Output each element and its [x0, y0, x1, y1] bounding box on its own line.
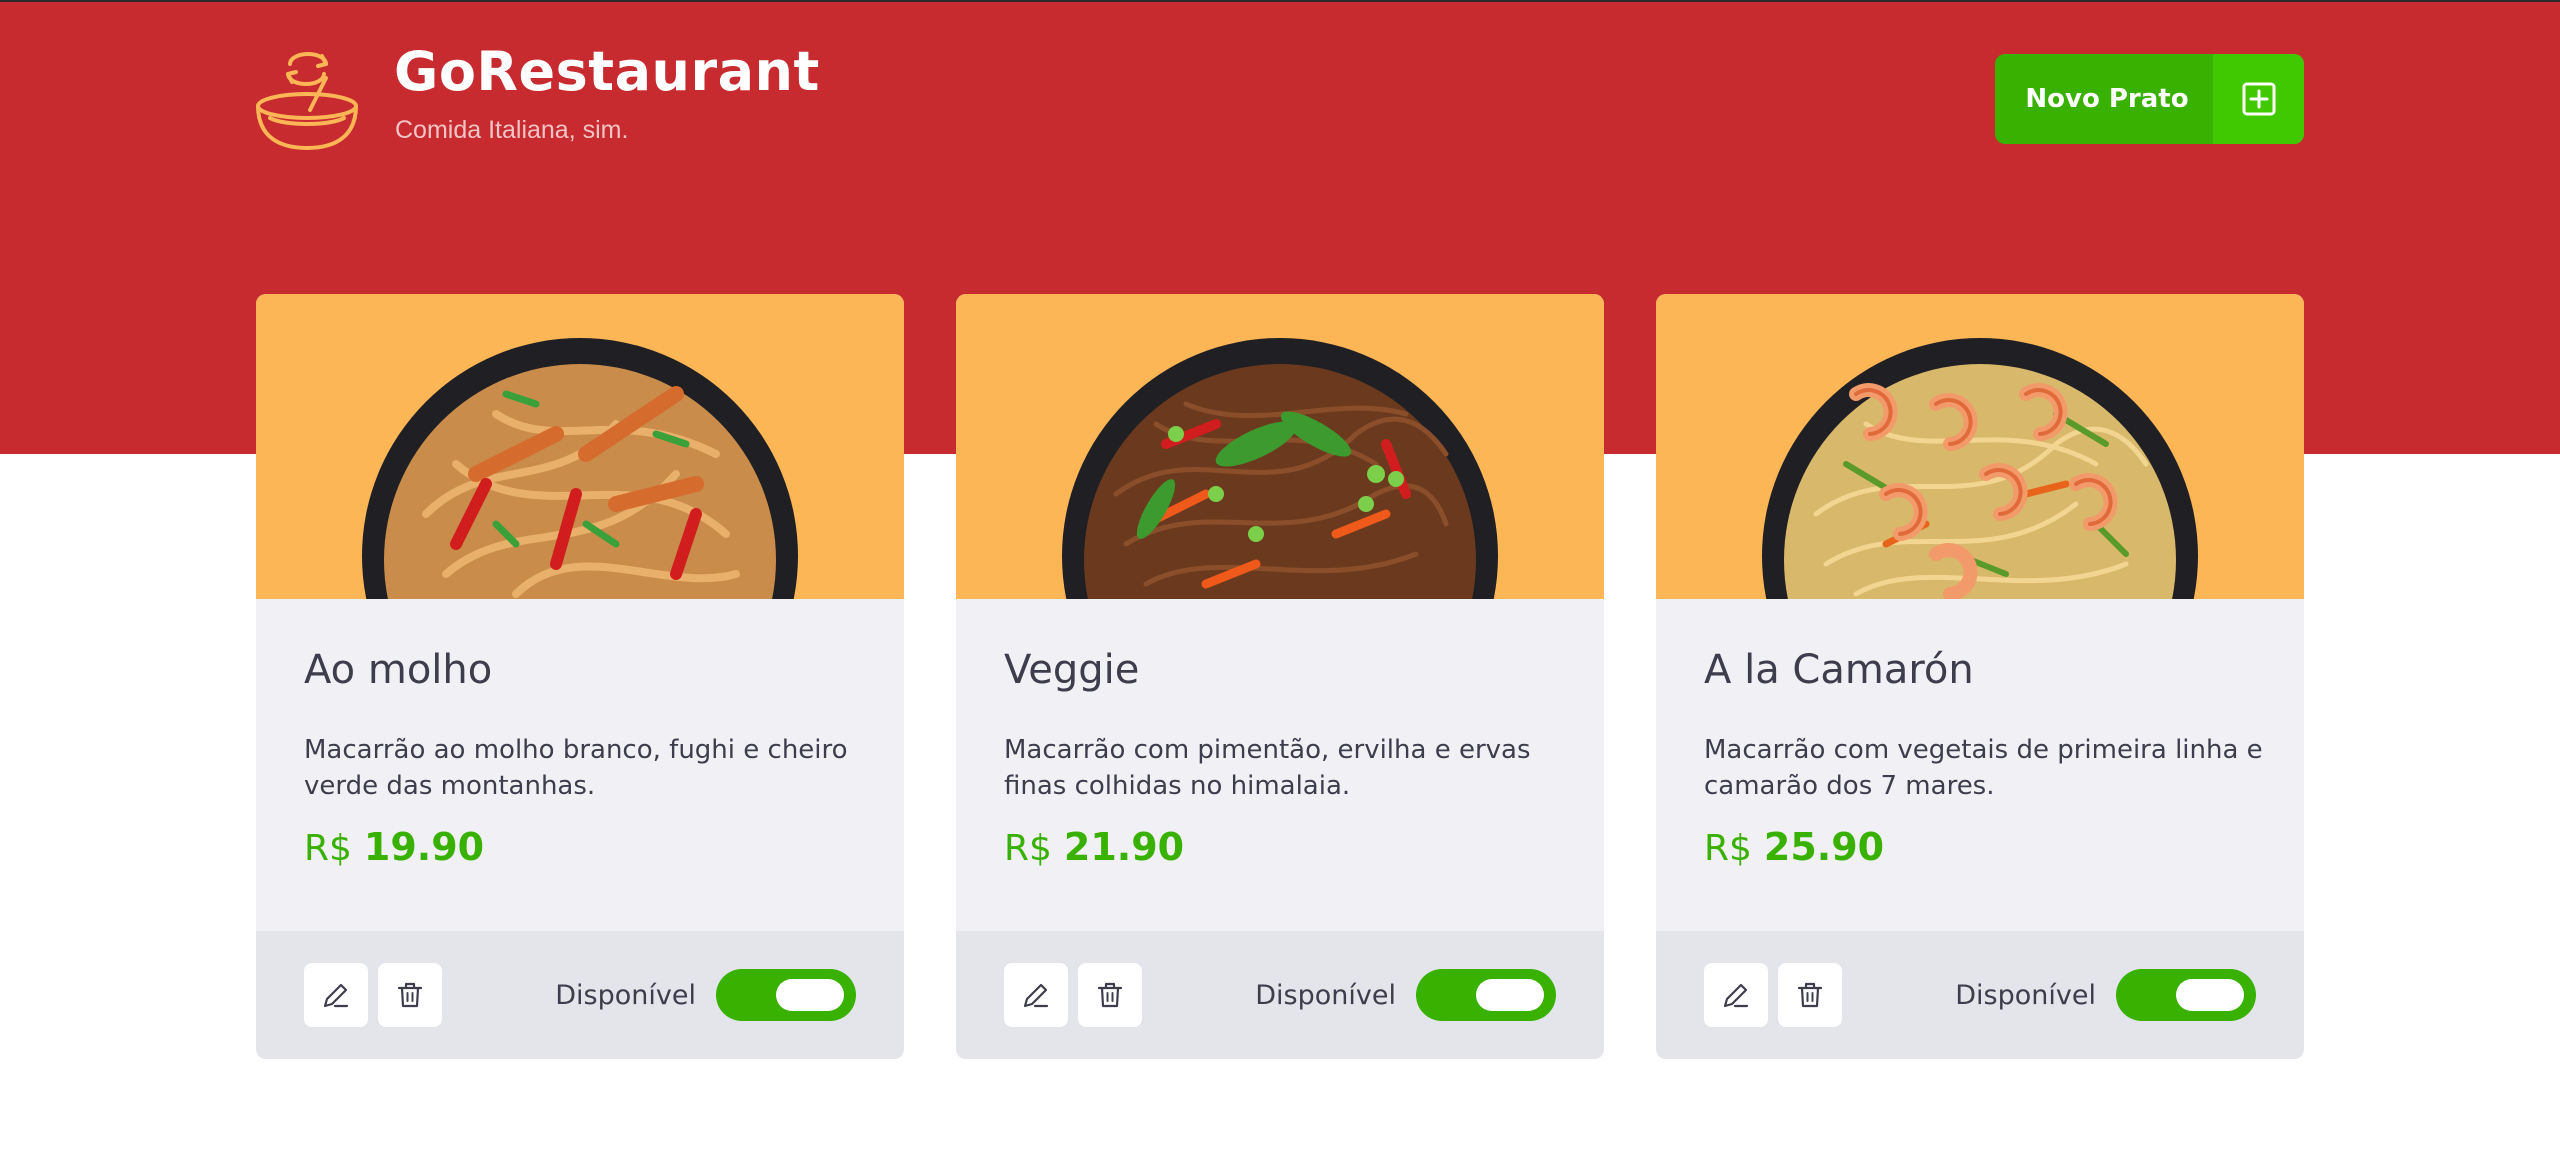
availability-label: Disponível [1955, 979, 2096, 1011]
food-image [956, 294, 1604, 599]
food-name: A la Camarón [1704, 647, 1974, 693]
food-card: Veggie Macarrão com pimentão, ervilha e … [956, 294, 1604, 1059]
availability: Disponível [1955, 969, 2256, 1021]
food-card: Ao molho Macarrão ao molho branco, fughi… [256, 294, 904, 1059]
food-price: R$ 25.90 [1704, 825, 1884, 869]
availability: Disponível [1255, 969, 1556, 1021]
availability-toggle[interactable] [716, 969, 856, 1021]
page: GoRestaurant Comida Italiana, sim. Novo … [0, 0, 2560, 1158]
delete-button[interactable] [378, 963, 442, 1027]
food-image [256, 294, 904, 599]
price-currency: R$ [1004, 828, 1052, 869]
availability-label: Disponível [1255, 979, 1396, 1011]
toggle-knob [1476, 979, 1544, 1011]
trash-icon [1797, 982, 1823, 1008]
food-info: A la Camarón Macarrão com vegetais de pr… [1656, 599, 2304, 931]
food-price: R$ 19.90 [304, 825, 484, 869]
food-description: Macarrão ao molho branco, fughi e cheiro… [304, 735, 848, 801]
new-dish-icon-box [2213, 54, 2304, 144]
toggle-knob [2176, 979, 2244, 1011]
edit-button[interactable] [304, 963, 368, 1027]
edit-button[interactable] [1004, 963, 1068, 1027]
brand-title: GoRestaurant [394, 40, 820, 103]
food-actions: Disponível [956, 931, 1604, 1059]
availability-label: Disponível [555, 979, 696, 1011]
food-description: Macarrão com vegetais de primeira linha … [1704, 735, 2263, 801]
food-image [1656, 294, 2304, 599]
pencil-icon [1723, 983, 1749, 1008]
availability: Disponível [555, 969, 856, 1021]
food-name: Veggie [1004, 647, 1140, 693]
trash-icon [397, 982, 423, 1008]
food-info: Veggie Macarrão com pimentão, ervilha e … [956, 599, 1604, 931]
pencil-icon [1023, 983, 1049, 1008]
food-card: A la Camarón Macarrão com vegetais de pr… [1656, 294, 2304, 1059]
availability-toggle[interactable] [1416, 969, 1556, 1021]
plus-square-icon [2242, 82, 2275, 116]
delete-button[interactable] [1778, 963, 1842, 1027]
price-value: 25.90 [1763, 825, 1885, 869]
food-description: Macarrão com pimentão, ervilha e ervas f… [1004, 735, 1531, 801]
trash-icon [1097, 982, 1123, 1008]
availability-toggle[interactable] [2116, 969, 2256, 1021]
new-dish-button[interactable]: Novo Prato [1995, 54, 2304, 144]
new-dish-button-label: Novo Prato [2025, 84, 2189, 114]
price-currency: R$ [1704, 828, 1752, 869]
food-info: Ao molho Macarrão ao molho branco, fughi… [256, 599, 904, 931]
price-value: 21.90 [1063, 825, 1185, 869]
bowl-icon [256, 52, 358, 150]
food-price: R$ 21.90 [1004, 825, 1184, 869]
price-currency: R$ [304, 828, 352, 869]
edit-button[interactable] [1704, 963, 1768, 1027]
delete-button[interactable] [1078, 963, 1142, 1027]
food-actions: Disponível [256, 931, 904, 1059]
brand-subtitle: Comida Italiana, sim. [395, 116, 629, 144]
food-actions: Disponível [1656, 931, 2304, 1059]
food-name: Ao molho [304, 647, 493, 693]
pencil-icon [323, 983, 349, 1008]
toggle-knob [776, 979, 844, 1011]
price-value: 19.90 [363, 825, 485, 869]
